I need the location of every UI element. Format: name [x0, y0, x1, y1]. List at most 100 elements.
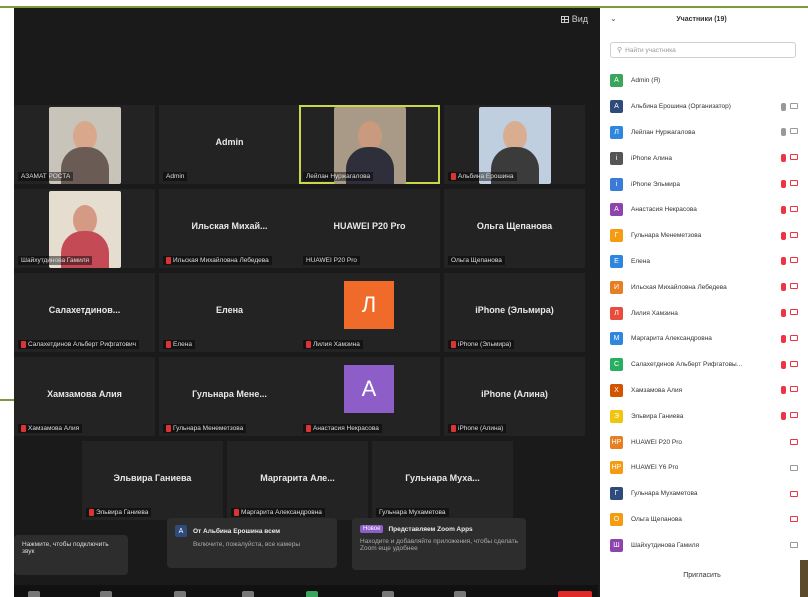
tile-name: Admin — [215, 137, 244, 147]
participant-row[interactable]: И Ильская Михайловна Лебедева — [610, 274, 798, 300]
avatar: HP — [610, 435, 623, 449]
mic-muted-icon — [451, 341, 456, 348]
avatar: И — [610, 280, 623, 294]
participant-row[interactable]: Е Елена — [610, 249, 798, 275]
mic-muted-icon — [166, 257, 171, 264]
participant-row[interactable]: HP HUAWEI Y6 Pro — [610, 455, 798, 481]
video-tile[interactable]: Ольга Щепанова Ольга Щепанова — [444, 189, 585, 268]
participant-row[interactable]: HP HUAWEI P20 Pro — [610, 429, 798, 455]
view-button[interactable]: Вид — [560, 14, 588, 24]
participant-row[interactable]: Л Лилия Хамзина — [610, 300, 798, 326]
participant-row[interactable]: Х Хамзамова Алия — [610, 378, 798, 404]
participant-row[interactable]: М Маргарита Александровна — [610, 326, 798, 352]
video-tile[interactable]: АЗАМАТ РОСТА — [14, 105, 155, 184]
mic-muted-icon — [781, 205, 786, 214]
invite-button[interactable]: Пригласить — [660, 567, 744, 583]
participant-row[interactable]: A Admin (Я) — [610, 68, 798, 94]
participant-row[interactable]: Э Эльвира Ганиева — [610, 403, 798, 429]
mic-muted-icon — [781, 231, 786, 240]
top-bar: Вид — [14, 8, 598, 32]
video-tile[interactable]: Елена Елена — [159, 273, 300, 352]
participant-row[interactable]: i iPhone Эльмира — [610, 171, 798, 197]
participant-status — [781, 360, 798, 369]
chat-text: Включите, пожалуйста, все камеры — [193, 541, 301, 548]
participant-row[interactable]: Г Гульнара Мухаметова — [610, 481, 798, 507]
participant-status — [781, 386, 798, 395]
mic-muted-icon — [781, 283, 786, 292]
unmute-tooltip[interactable]: Нажмите, чтобы подключить звук — [14, 535, 128, 575]
video-off-icon — [790, 257, 798, 264]
participant-status — [781, 309, 798, 318]
search-input[interactable]: ⚲ Найти участника — [610, 42, 796, 58]
participant-status — [781, 257, 798, 266]
mic-muted-icon — [234, 509, 239, 516]
security-icon[interactable] — [174, 591, 186, 597]
video-off-icon — [790, 180, 798, 187]
tile-label: Ольга Щепанова — [448, 256, 505, 265]
participant-status — [790, 516, 798, 523]
participant-name: HUAWEI Y6 Pro — [631, 464, 679, 472]
chat-message-toast[interactable]: А От Альбина Ерошина всем Включите, пожа… — [167, 518, 337, 568]
participant-name: Лейлан Нуржагалова — [631, 128, 696, 136]
participant-row[interactable]: А Альбина Ерошина (Организатор) — [610, 94, 798, 120]
chat-sender: От Альбина Ерошина всем — [193, 527, 281, 535]
reactions-icon[interactable] — [454, 591, 466, 597]
video-tile[interactable]: Эльвира Ганиева Эльвира Ганиева — [82, 441, 223, 520]
participant-row[interactable]: i iPhone Алина — [610, 145, 798, 171]
video-tile[interactable]: Гульнара Мене... Гульнара Менеметзова — [159, 357, 300, 436]
participants-icon[interactable] — [242, 591, 254, 597]
avatar: Г — [610, 487, 623, 501]
video-tile[interactable]: Хамзамова Алия Хамзамова Алия — [14, 357, 155, 436]
share-screen-icon[interactable] — [382, 591, 394, 597]
video-tile[interactable]: Альбина Ерошина — [444, 105, 585, 184]
participant-row[interactable]: С Салахетдинов Альберт Рифгатовы... — [610, 352, 798, 378]
video-off-icon — [790, 231, 798, 238]
avatar: Г — [610, 229, 623, 243]
mic-muted-icon — [306, 425, 311, 432]
video-tile[interactable]: А Анастасия Некрасова — [299, 357, 440, 436]
video-tile[interactable]: Маргарита Але... Маргарита Александровна — [227, 441, 368, 520]
participant-status — [790, 542, 798, 549]
zoom-apps-toast[interactable]: Новое Представляем Zoom Apps Находите и … — [352, 518, 526, 570]
video-tile-active-speaker[interactable]: Лейлан Нуржагалова — [299, 105, 440, 184]
video-tile[interactable]: Гульнара Муха... Гульнара Мухаметова — [372, 441, 513, 520]
participant-name: Ильская Михайловна Лебедева — [631, 283, 727, 291]
participant-name: Admin (Я) — [631, 77, 661, 85]
participant-name: Маргарита Александровна — [631, 335, 712, 343]
participant-row[interactable]: О Ольга Щепанова — [610, 507, 798, 533]
participant-row[interactable]: Г Гульнара Менеметзова — [610, 223, 798, 249]
video-tile[interactable]: Ильская Михай... Ильская Михайловна Лебе… — [159, 189, 300, 268]
tile-label: Хамзамова Алия — [18, 424, 83, 433]
participant-row[interactable]: А Анастасия Некрасова — [610, 197, 798, 223]
chat-icon[interactable] — [306, 591, 318, 597]
avatar: Э — [610, 409, 623, 423]
video-camera-icon[interactable] — [100, 591, 112, 597]
participant-row[interactable]: Л Лейлан Нуржагалова — [610, 120, 798, 146]
participant-status — [781, 231, 798, 240]
mic-icon[interactable] — [28, 591, 40, 597]
participant-name: Елена — [631, 257, 650, 265]
participant-status — [781, 154, 798, 163]
video-tile[interactable]: HUAWEI P20 Pro HUAWEI P20 Pro — [299, 189, 440, 268]
leave-button[interactable] — [558, 591, 592, 597]
video-off-icon — [790, 439, 798, 446]
tile-name: Гульнара Мене... — [192, 389, 267, 399]
meeting-toolbar — [14, 585, 598, 597]
video-tile[interactable]: Салахетдинов... Салахетдинов Альберт Риф… — [14, 273, 155, 352]
avatar: Х — [610, 383, 623, 397]
participant-row[interactable]: Ш Шайхутдинова Гамиля — [610, 532, 798, 558]
mic-muted-icon — [781, 334, 786, 343]
tile-label: Лилия Хамзина — [303, 340, 363, 349]
participant-status — [781, 334, 798, 343]
tile-name: Салахетдинов... — [48, 305, 121, 315]
mic-muted-icon — [781, 412, 786, 421]
video-tile[interactable]: iPhone (Алина) iPhone (Алина) — [444, 357, 585, 436]
tile-label: Лейлан Нуржагалова — [303, 172, 374, 181]
video-tile[interactable]: Шайхутдинова Гамиля — [14, 189, 155, 268]
video-tile[interactable]: Admin Admin — [159, 105, 300, 184]
participant-status — [781, 128, 798, 137]
video-tile[interactable]: Л Лилия Хамзина — [299, 273, 440, 352]
tile-name: Хамзамова Алия — [47, 389, 122, 399]
video-tile[interactable]: iPhone (Эльмира) iPhone (Эльмира) — [444, 273, 585, 352]
participant-name: Салахетдинов Альберт Рифгатовы... — [631, 361, 743, 369]
